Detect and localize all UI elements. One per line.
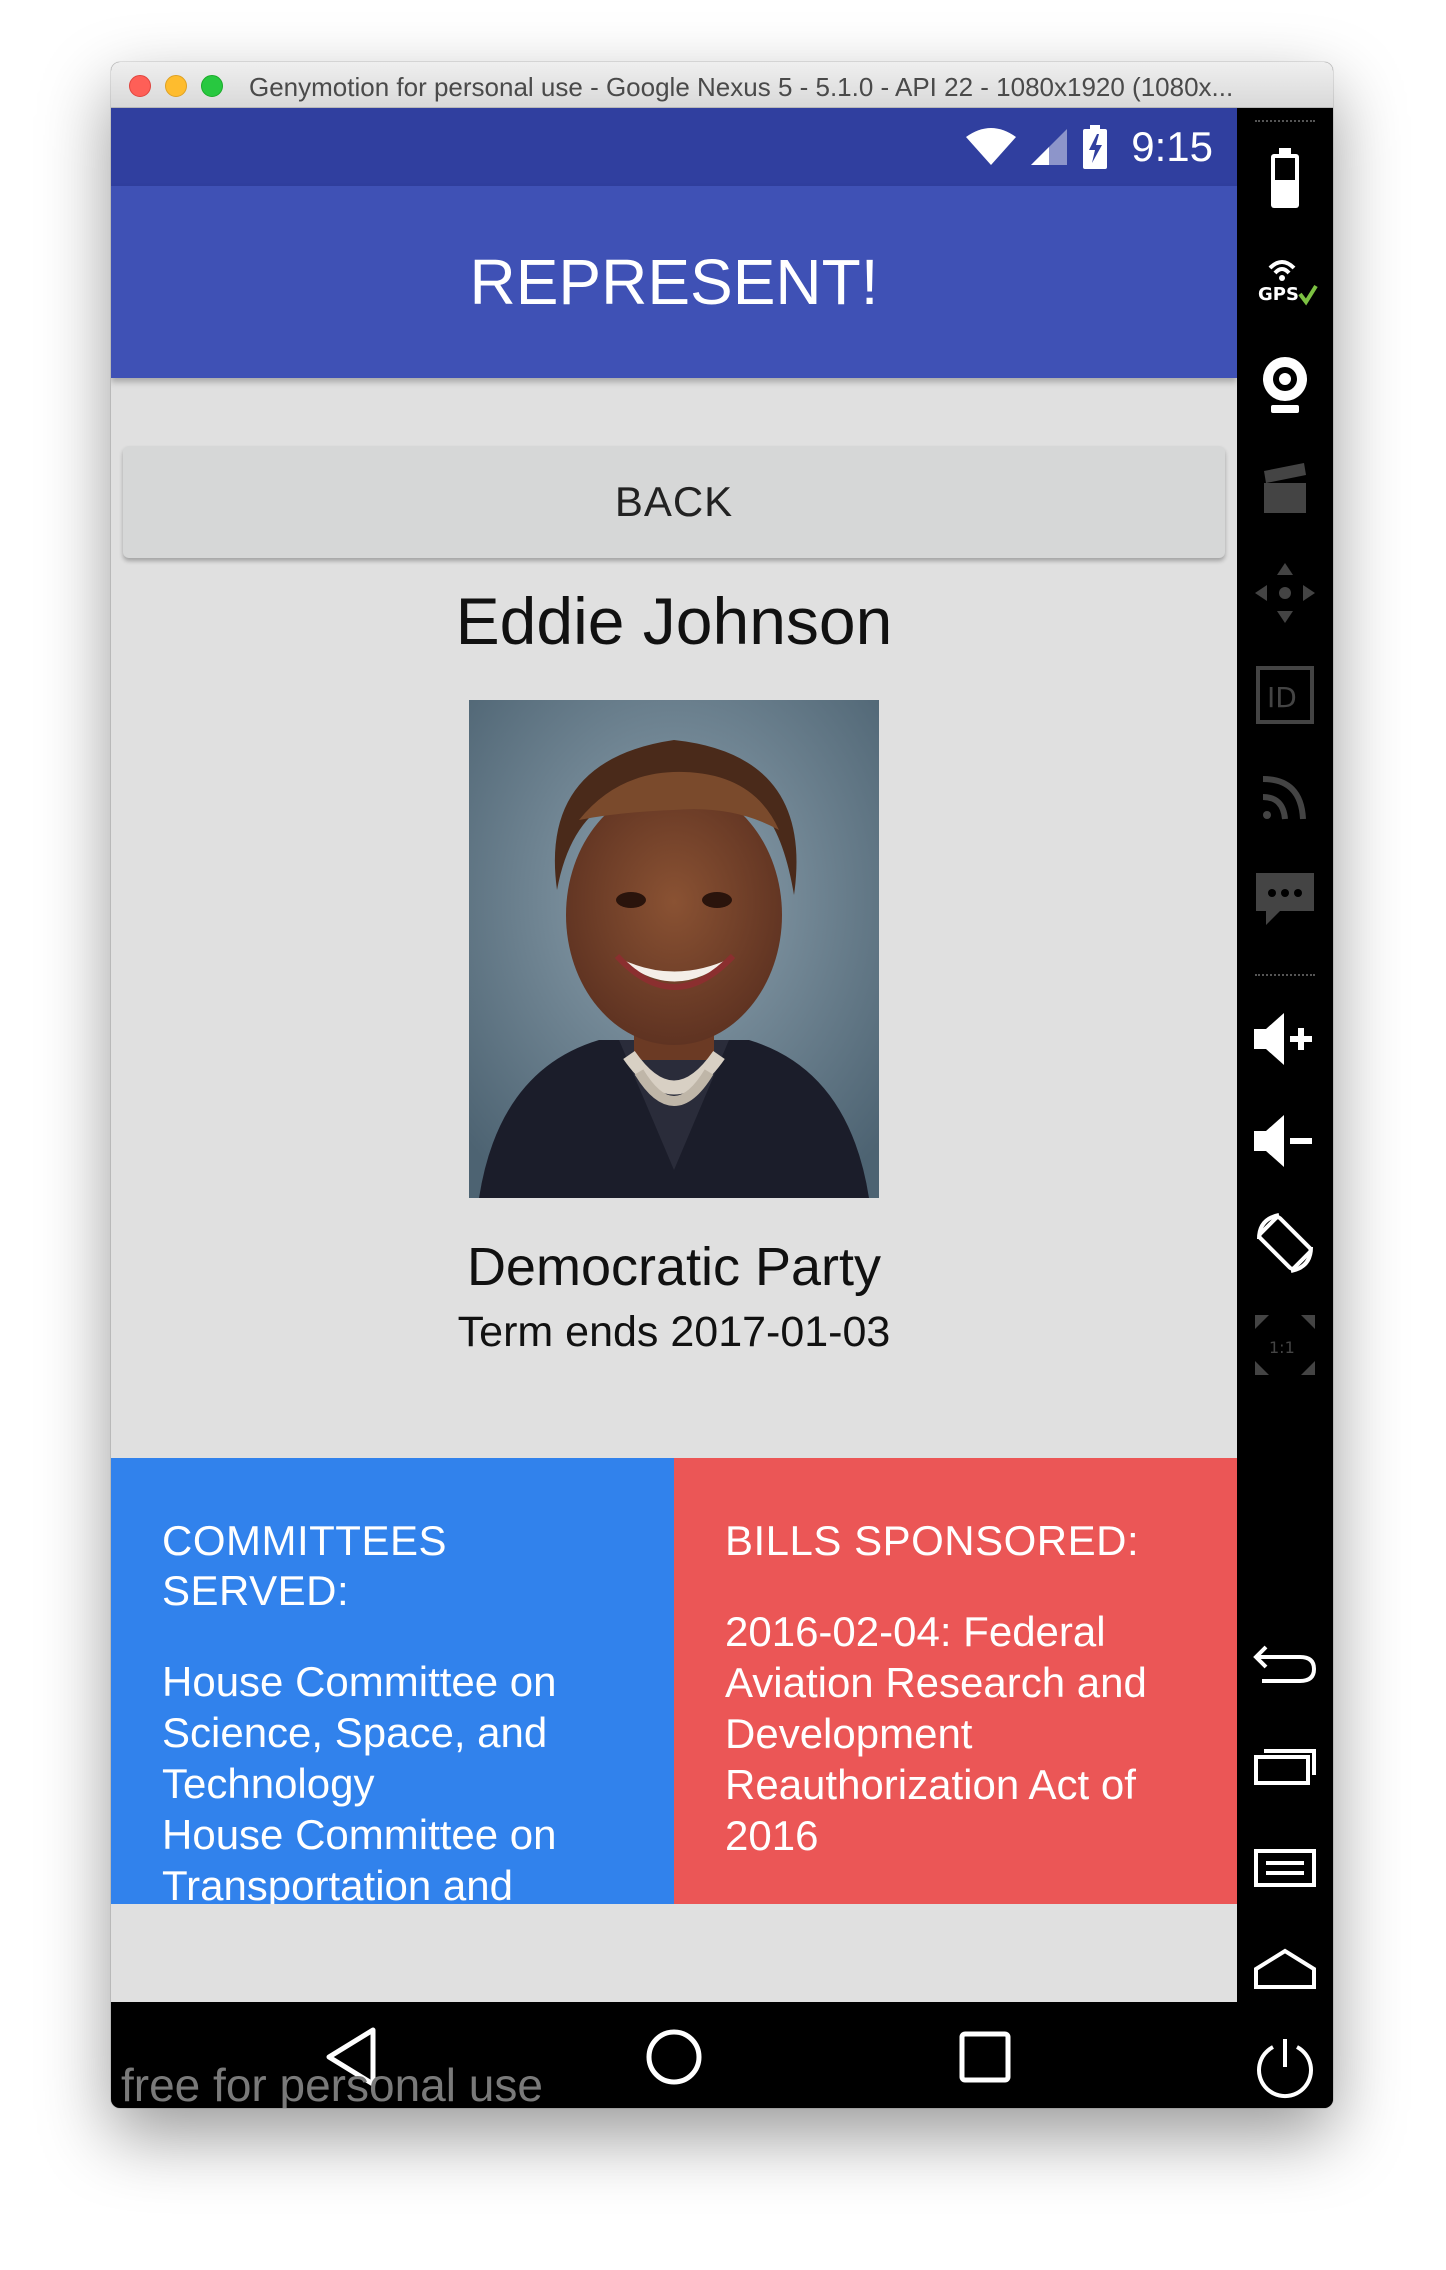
window-title: Genymotion for personal use - Google Nex… [249,72,1234,102]
representative-name: Eddie Johnson [455,584,893,658]
toolbar-divider [1255,974,1315,976]
phone-screen: 9:15 REPRESENT! BACK Eddie Johnson Democ… [111,108,1237,2108]
svg-text:1:1: 1:1 [1269,1338,1295,1357]
sms-icon[interactable] [1245,864,1325,934]
status-clock: 9:15 [1131,123,1213,170]
back-icon[interactable] [1245,1628,1325,1698]
bills-heading: BILLS SPONSORED: [725,1517,1140,1564]
scale-icon[interactable]: 1:1 [1245,1310,1325,1380]
home-icon[interactable] [1245,1934,1325,2004]
recent-apps-icon[interactable] [1245,1730,1325,1800]
svg-text:GPS: GPS [1258,284,1299,305]
webcam-icon[interactable] [1245,350,1325,420]
close-window-button[interactable] [129,75,151,97]
representative-photo [469,700,879,1198]
app-bar: REPRESENT! [111,186,1237,378]
toolbar-divider [1255,120,1315,122]
wifi-icon [966,128,1017,165]
committees-heading: COMMITTEES SERVED: [162,1517,447,1614]
party-label: Democratic Party [466,1237,882,1297]
capture-icon[interactable] [1245,454,1325,524]
status-bar: 9:15 [111,108,1237,186]
genymotion-window: Genymotion for personal use - Google Nex… [111,62,1333,2108]
menu-icon[interactable] [1245,1832,1325,1902]
term-end-label: Term ends 2017-01-03 [457,1308,891,1356]
genymotion-toolbar: GPS ID 1:1 [1237,108,1333,2108]
volume-down-icon[interactable] [1245,1106,1325,1176]
watermark-text: free for personal use [121,2059,543,2108]
battery-icon[interactable] [1245,144,1325,214]
minimize-window-button[interactable] [165,75,187,97]
battery-charging-icon [1083,125,1108,169]
back-button[interactable]: BACK [123,446,1225,558]
nav-recents-icon[interactable] [945,2022,1025,2092]
bills-panel: BILLS SPONSORED: 2016-02-04: Federal Avi… [674,1458,1237,1904]
rotate-icon[interactable] [1245,1208,1325,1278]
app-title: REPRESENT! [469,246,879,318]
nav-home-icon[interactable] [634,2022,714,2092]
gps-icon[interactable]: GPS [1245,246,1325,316]
power-icon[interactable] [1245,2032,1325,2102]
id-icon[interactable]: ID [1245,660,1325,730]
zoom-window-button[interactable] [201,75,223,97]
window-titlebar: Genymotion for personal use - Google Nex… [111,62,1333,108]
committees-panel: COMMITTEES SERVED: House Committee on Sc… [111,1458,674,1904]
committee-item: House Committee on Transportation and [162,1811,557,1904]
volume-up-icon[interactable] [1245,1004,1325,1074]
svg-text:ID: ID [1267,681,1297,714]
committee-item: House Committee on Science, Space, and T… [162,1658,557,1807]
dpad-icon[interactable] [1245,558,1325,628]
bill-item: 2016-02-04: Federal Aviation Research an… [725,1608,1147,1859]
android-navigation-bar: free for personal use [111,2002,1237,2108]
cast-icon[interactable] [1245,762,1325,832]
cell-signal-icon [1031,129,1068,165]
